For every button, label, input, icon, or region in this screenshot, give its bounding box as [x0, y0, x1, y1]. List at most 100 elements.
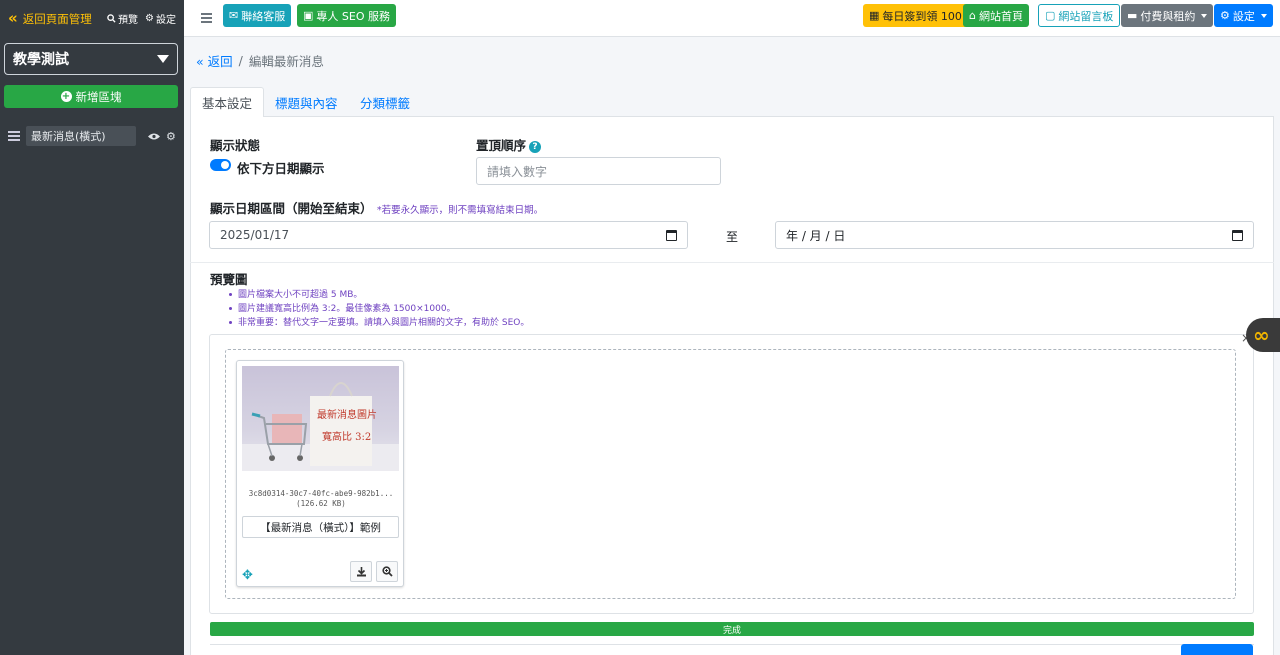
daily-checkin-button[interactable]: ▦ 每日簽到領 100: [863, 4, 968, 27]
file-size: (126.62 KB): [296, 499, 346, 508]
preview-image-label: 預覽圖: [210, 272, 248, 287]
back-to-pages-link[interactable]: « 返回頁面管理: [8, 11, 92, 27]
contact-support-label: 聯絡客服: [241, 9, 286, 23]
question-circle-icon[interactable]: ?: [529, 140, 542, 153]
gear-icon: ⚙: [145, 13, 154, 24]
status-label: 顯示狀態: [210, 138, 261, 153]
preview-link[interactable]: 預覽: [107, 11, 138, 26]
sidebar-header: « 返回頁面管理 預覽 ⚙ 設定: [0, 0, 184, 37]
pin-order-input[interactable]: 請填入數字: [476, 157, 721, 185]
uploaded-image-card: 最新消息圖片 寬高比 3:2 3c8d0314-30c7-40fc-abe9-9…: [236, 360, 404, 587]
breadcrumb-back-link[interactable]: « 返回: [196, 51, 233, 70]
sidebar-settings-label: 設定: [156, 15, 176, 26]
chat-icon: ▣: [303, 9, 314, 22]
site-home-button[interactable]: ⌂ 網站首頁: [963, 4, 1029, 27]
end-date-value: 年 / 月 / 日: [786, 228, 846, 243]
breadcrumb-back-label: 返回: [207, 54, 233, 69]
billing-dropdown[interactable]: ▬ 付費與租約: [1121, 4, 1214, 27]
date-range-text: 顯示日期區間（開始至結束）: [210, 201, 373, 216]
tab-basic-settings[interactable]: 基本設定: [190, 87, 265, 118]
sidebar: « 返回頁面管理 預覽 ⚙ 設定 教學測試 + 新增區塊 最新消息(橫式) ⚙: [0, 0, 184, 655]
caret-down-icon: [1201, 13, 1208, 18]
pin-order-label: 置頂順序?: [476, 135, 542, 154]
gear-icon: ⚙: [1220, 9, 1230, 22]
image-text-line-2: 寬高比 3:2: [322, 432, 372, 443]
to-label: 至: [726, 230, 739, 244]
drag-handle-icon[interactable]: [8, 131, 20, 141]
status-toggle[interactable]: [210, 159, 231, 171]
double-chevron-left-icon: «: [196, 54, 204, 69]
infinity-widget-icon[interactable]: ∞: [1246, 318, 1280, 352]
file-name: 3c8d0314-30c7-40fc-abe9-982b1...: [248, 489, 394, 498]
start-date-value: 2025/01/17: [220, 228, 290, 242]
daily-checkin-label: 每日簽到領 100: [882, 9, 962, 23]
settings-dropdown[interactable]: ⚙ 設定: [1214, 4, 1273, 27]
date-range-hint: *若要永久顯示，則不需填寫結束日期。: [376, 205, 544, 216]
note-item: 圖片檔案大小不可超過 5 MB。: [229, 287, 362, 300]
calendar-icon[interactable]: [666, 229, 677, 241]
sidebar-item-news[interactable]: 最新消息(橫式) ⚙: [8, 126, 178, 146]
upload-progress-label: 完成: [722, 625, 741, 636]
site-select-value: 教學測試: [13, 52, 69, 68]
status-switch-label: 依下方日期顯示: [237, 161, 325, 176]
alt-text-input[interactable]: 【最新消息（橫式）】範例: [242, 516, 399, 538]
image-text-line-1: 最新消息圖片: [317, 410, 377, 421]
seo-service-button[interactable]: ▣ 專人 SEO 服務: [297, 4, 396, 27]
add-block-button[interactable]: + 新增區塊: [4, 85, 178, 108]
contact-support-button[interactable]: ✉ 聯絡客服: [223, 4, 292, 27]
site-select[interactable]: 教學測試: [4, 43, 178, 75]
breadcrumb-current: 編輯最新消息: [248, 54, 324, 69]
upload-progress-bar: 完成: [210, 622, 1254, 636]
message-board-button[interactable]: ▢ 網站留言板: [1038, 4, 1121, 27]
tab-title-content[interactable]: 標題與內容: [264, 87, 349, 117]
preview-label: 預覽: [118, 15, 139, 26]
note-item: 圖片建議寬高比例為 3:2。最佳像素為 1500×1000。: [229, 301, 456, 314]
home-icon: ⌂: [969, 9, 976, 22]
note-text: 圖片檔案大小不可超過 5 MB。: [238, 290, 363, 300]
caret-down-icon: [157, 55, 169, 63]
upload-progress-fill: 完成: [210, 622, 1254, 636]
download-icon: [356, 567, 366, 577]
caret-down-icon: [1260, 13, 1267, 18]
menu-toggle-icon[interactable]: [201, 13, 212, 23]
back-to-pages-label: 返回頁面管理: [22, 11, 92, 26]
note-text: 圖片建議寬高比例為 3:2。最佳像素為 1500×1000。: [238, 304, 456, 314]
divider: [190, 262, 1274, 263]
top-navbar: ✉ 聯絡客服 ▣ 專人 SEO 服務 ▦ 每日簽到領 100 ⌂ 網站首頁 ▢ …: [184, 0, 1280, 37]
card-icon: ▬: [1127, 9, 1138, 22]
plus-circle-icon: +: [60, 90, 72, 102]
seo-service-label: 專人 SEO 服務: [316, 9, 390, 23]
date-range-label: 顯示日期區間（開始至結束） *若要永久顯示，則不需填寫結束日期。: [210, 198, 543, 217]
uploaded-image-thumbnail[interactable]: 最新消息圖片 寬高比 3:2: [242, 366, 399, 471]
search-icon: [107, 14, 116, 23]
comments-icon: ▢: [1045, 9, 1056, 22]
sidebar-item-label: 最新消息(橫式): [26, 126, 136, 146]
message-board-label: 網站留言板: [1058, 9, 1114, 23]
note-text: 非常重要：替代文字一定要填。請填入與圖片相關的文字，有助於 SEO。: [238, 318, 530, 328]
add-block-label: 新增區塊: [75, 89, 122, 104]
bottom-toolbar: [210, 644, 1254, 655]
tab-category-tags[interactable]: 分類標籤: [349, 87, 421, 117]
download-button[interactable]: [350, 561, 372, 582]
bottom-action-button[interactable]: [1181, 644, 1253, 655]
calendar-icon[interactable]: [1232, 229, 1243, 241]
breadcrumb-separator: /: [238, 53, 243, 68]
tab-bar: 基本設定 標題與內容 分類標籤: [190, 87, 1274, 118]
sidebar-settings-link[interactable]: ⚙ 設定: [145, 11, 176, 26]
site-home-label: 網站首頁: [978, 9, 1023, 23]
item-gear-icon[interactable]: ⚙: [166, 130, 176, 143]
pin-order-text: 置頂順序: [476, 138, 527, 153]
zoom-in-icon: [381, 566, 393, 577]
settings-label: 設定: [1232, 9, 1255, 23]
calendar-icon: ▦: [869, 9, 880, 22]
note-item: 非常重要：替代文字一定要填。請填入與圖片相關的文字，有助於 SEO。: [229, 315, 529, 328]
zoom-button[interactable]: [376, 561, 398, 582]
double-chevron-left-icon: «: [8, 9, 18, 27]
envelope-icon: ✉: [229, 9, 239, 22]
billing-label: 付費與租約: [1140, 9, 1196, 23]
end-date-input[interactable]: 年 / 月 / 日: [775, 221, 1254, 249]
move-arrows-icon[interactable]: ✥: [242, 569, 253, 582]
breadcrumb: « 返回 / 編輯最新消息: [196, 51, 324, 70]
start-date-input[interactable]: 2025/01/17: [209, 221, 688, 249]
eye-icon[interactable]: [148, 132, 160, 141]
